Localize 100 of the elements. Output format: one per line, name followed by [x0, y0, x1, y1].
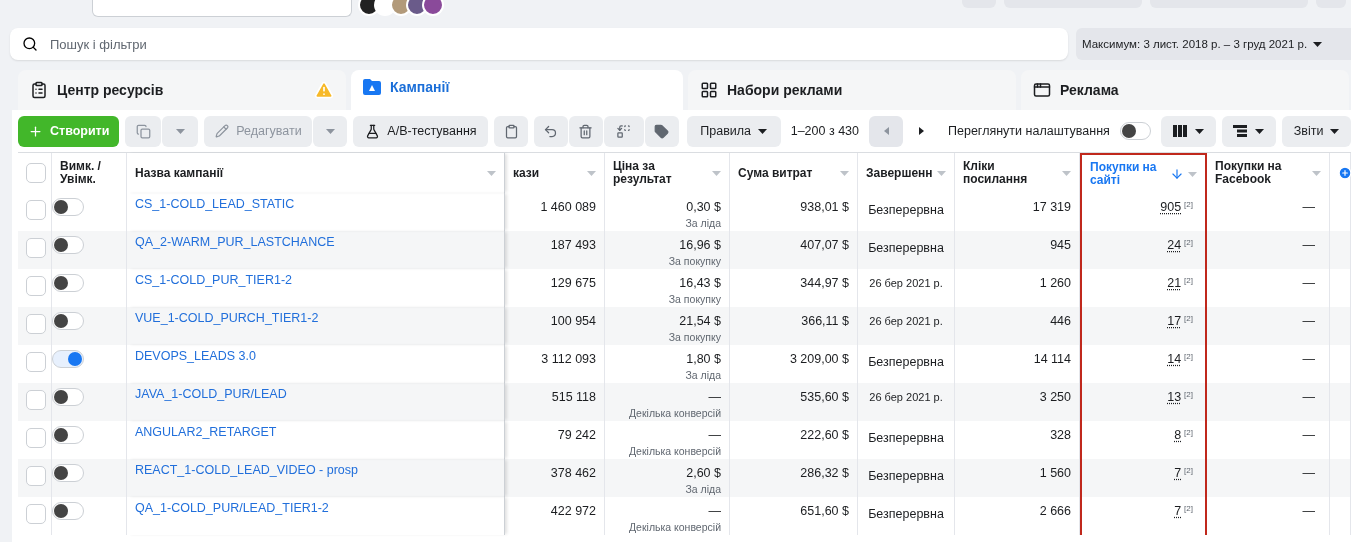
cost-value: — — [708, 504, 721, 518]
row-checkbox[interactable] — [26, 504, 46, 524]
footnote-mark: [2] — [1184, 352, 1193, 361]
campaign-name-link[interactable]: ANGULAR2_RETARGET — [135, 425, 277, 439]
footnote-mark: [2] — [1184, 276, 1193, 285]
table-cell: Безперервна — [868, 241, 944, 255]
campaign-toggle[interactable] — [52, 198, 84, 216]
purchase-count[interactable]: 13 — [1167, 390, 1182, 404]
campaign-toggle[interactable] — [52, 312, 84, 330]
campaign-toggle[interactable] — [52, 274, 84, 292]
dropdown-button[interactable] — [162, 115, 199, 147]
cost-type: За ліда — [685, 217, 721, 229]
row-checkbox[interactable] — [26, 428, 46, 448]
campaign-name-link[interactable]: JAVA_1-COLD_PUR/LEAD — [135, 387, 287, 401]
search-field[interactable]: Пошук і фільтри — [10, 28, 1068, 60]
table-cell: — — [1302, 466, 1315, 480]
purchase-count[interactable]: 905 — [1160, 200, 1182, 214]
campaign-name-link[interactable]: CS_1-COLD_LEAD_STATIC — [135, 197, 295, 211]
duplicate-button[interactable] — [125, 115, 162, 147]
select-all-checkbox[interactable] — [26, 163, 46, 183]
purchase-count[interactable]: 7 — [1174, 504, 1182, 518]
row-checkbox[interactable] — [26, 276, 46, 296]
column-header[interactable]: Вимк. / Увімк. — [60, 160, 118, 186]
undo-button[interactable] — [533, 115, 568, 147]
campaign-toggle[interactable] — [52, 388, 84, 406]
column-header[interactable]: Кліки посилання — [963, 160, 1058, 186]
view-settings-switch[interactable] — [1119, 122, 1152, 140]
swap-icon — [616, 123, 632, 139]
tag-button[interactable] — [644, 115, 679, 147]
caret-icon — [758, 128, 768, 134]
column-header[interactable]: Назва кампанії — [135, 166, 483, 180]
column-header[interactable]: Ціна за результат — [613, 160, 708, 186]
row-checkbox[interactable] — [26, 390, 46, 410]
caret-icon — [840, 170, 849, 176]
campaign-toggle[interactable] — [52, 502, 84, 520]
column-header[interactable]: Завершенн — [866, 166, 933, 180]
cost-type: Декілька конверсій — [629, 521, 721, 533]
tab[interactable]: Кампанії — [351, 70, 683, 110]
campaign-toggle[interactable] — [52, 236, 84, 254]
table-cell: 938,01 $ — [800, 200, 849, 214]
campaign-name-link[interactable]: DEVOPS_LEADS 3.0 — [135, 349, 256, 363]
purchase-count[interactable]: 17 — [1167, 314, 1182, 328]
purchase-count[interactable]: 21 — [1167, 276, 1182, 290]
campaign-toggle[interactable] — [52, 464, 84, 482]
tab[interactable]: Центр ресурсів — [18, 70, 346, 110]
clipboard-button[interactable] — [494, 115, 528, 147]
campaign-toggle[interactable] — [52, 350, 84, 368]
input-field[interactable] — [92, 0, 352, 17]
tab[interactable]: Набори реклами — [688, 70, 1016, 110]
caret-icon — [1330, 128, 1340, 134]
trash-icon — [578, 123, 594, 139]
previous-button[interactable] — [869, 115, 903, 147]
campaign-name-link[interactable]: QA_1-COLD_PUR/LEAD_TIER1-2 — [135, 501, 329, 515]
search-icon — [22, 36, 38, 52]
column-header[interactable]: Покупки на Facebook — [1215, 160, 1308, 186]
table-cell: 3 112 093 — [541, 352, 596, 366]
campaign-name-link[interactable]: QA_2-WARM_PUR_LASTCHANCE — [135, 235, 335, 249]
cost-value: 2,60 $ — [686, 466, 721, 480]
campaign-name-link[interactable]: VUE_1-COLD_PURCH_TIER1-2 — [135, 311, 319, 325]
export-button[interactable] — [603, 115, 644, 147]
table-cell: 344,97 $ — [800, 276, 849, 290]
row-checkbox[interactable] — [26, 314, 46, 334]
cost-type: Декілька конверсій — [629, 445, 721, 457]
table-cell: 79 242 — [557, 428, 596, 442]
row-checkbox[interactable] — [26, 352, 46, 372]
column-header[interactable]: кази — [513, 166, 583, 180]
ab-test-button[interactable]: A/B-тестування — [353, 115, 489, 147]
delete-button[interactable] — [568, 115, 603, 147]
dropdown-button[interactable] — [313, 115, 348, 147]
purchase-count[interactable]: 8 — [1174, 428, 1182, 442]
table-cell: 3 209,00 $ — [789, 352, 849, 366]
row-checkbox[interactable] — [26, 200, 46, 220]
campaign-toggle[interactable] — [52, 426, 84, 444]
campaign-name-link[interactable]: REACT_1-COLD_LEAD_VIDEO - prosp — [135, 463, 358, 477]
purchase-count[interactable]: 24 — [1167, 238, 1182, 252]
row-checkbox[interactable] — [26, 466, 46, 486]
cost-value: 16,96 $ — [679, 238, 721, 252]
caret-icon — [175, 128, 185, 134]
date-range-button[interactable]: Максимум: 3 лист. 2018 р. – 3 груд 2021 р. — [1076, 28, 1351, 60]
breakdown-button[interactable] — [1221, 115, 1277, 147]
caret-icon — [1313, 41, 1323, 47]
right-triangle-icon — [918, 127, 924, 135]
campaign-name-link[interactable]: CS_1-COLD_PUR_TIER1-2 — [135, 273, 292, 287]
row-checkbox[interactable] — [26, 238, 46, 258]
table-cell: 1 460 089 — [540, 200, 596, 214]
purchase-count[interactable]: 14 — [1167, 352, 1182, 366]
plus-icon — [28, 123, 43, 139]
tag-icon — [654, 123, 670, 139]
tab[interactable]: Реклама — [1021, 70, 1349, 110]
cost-type: Декілька конверсій — [629, 407, 721, 419]
table-cell: 17 319 — [1032, 200, 1071, 214]
reports-button[interactable]: Звіти — [1282, 115, 1351, 147]
sort-arrow-icon — [1170, 167, 1184, 181]
purchase-count[interactable]: 7 — [1174, 466, 1182, 480]
caret-icon — [587, 170, 596, 176]
column-header[interactable]: Сума витрат — [738, 166, 836, 180]
columns-button[interactable] — [1161, 115, 1216, 147]
rules-button[interactable]: Правила — [686, 115, 781, 147]
footnote-mark: [2] — [1184, 314, 1193, 323]
table-cell: 222,60 $ — [800, 428, 849, 442]
